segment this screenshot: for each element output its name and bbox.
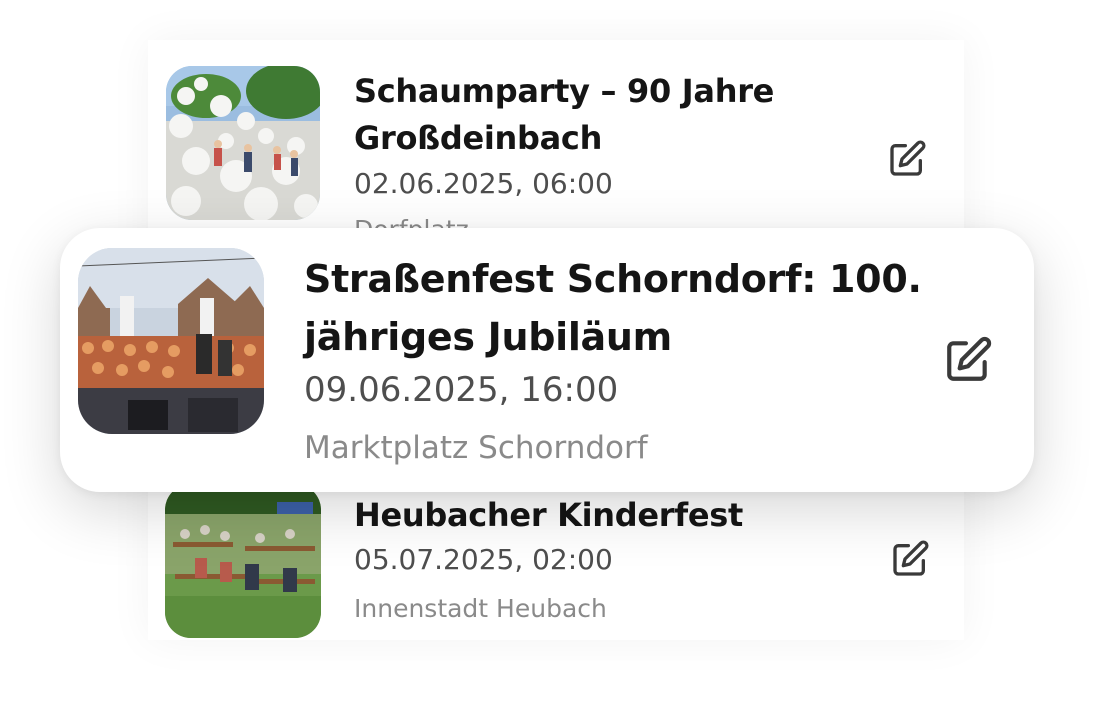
edit-button[interactable] bbox=[940, 332, 996, 388]
event-datetime: 02.06.2025, 06:00 bbox=[354, 167, 613, 200]
event-title: Straßenfest Schorndorf: 100. jähriges Ju… bbox=[304, 257, 922, 359]
edit-icon bbox=[893, 540, 929, 576]
edit-button[interactable] bbox=[887, 536, 933, 582]
event-title: Schaumparty – 90 Jahre Großdeinbach bbox=[354, 72, 775, 157]
event-card-highlighted[interactable]: Straßenfest Schorndorf: 100. jähriges Ju… bbox=[60, 228, 1034, 492]
edit-button[interactable] bbox=[884, 136, 930, 182]
event-thumbnail-strassenfest bbox=[78, 248, 264, 434]
event-list-item[interactable]: Schaumparty – 90 Jahre Großdeinbach 02.0… bbox=[0, 0, 1100, 240]
event-datetime: 09.06.2025, 16:00 bbox=[304, 370, 619, 410]
event-thumbnail-foam-party bbox=[166, 66, 320, 220]
edit-icon bbox=[890, 140, 926, 176]
event-location: Marktplatz Schorndorf bbox=[304, 430, 648, 466]
edit-icon bbox=[947, 336, 992, 381]
